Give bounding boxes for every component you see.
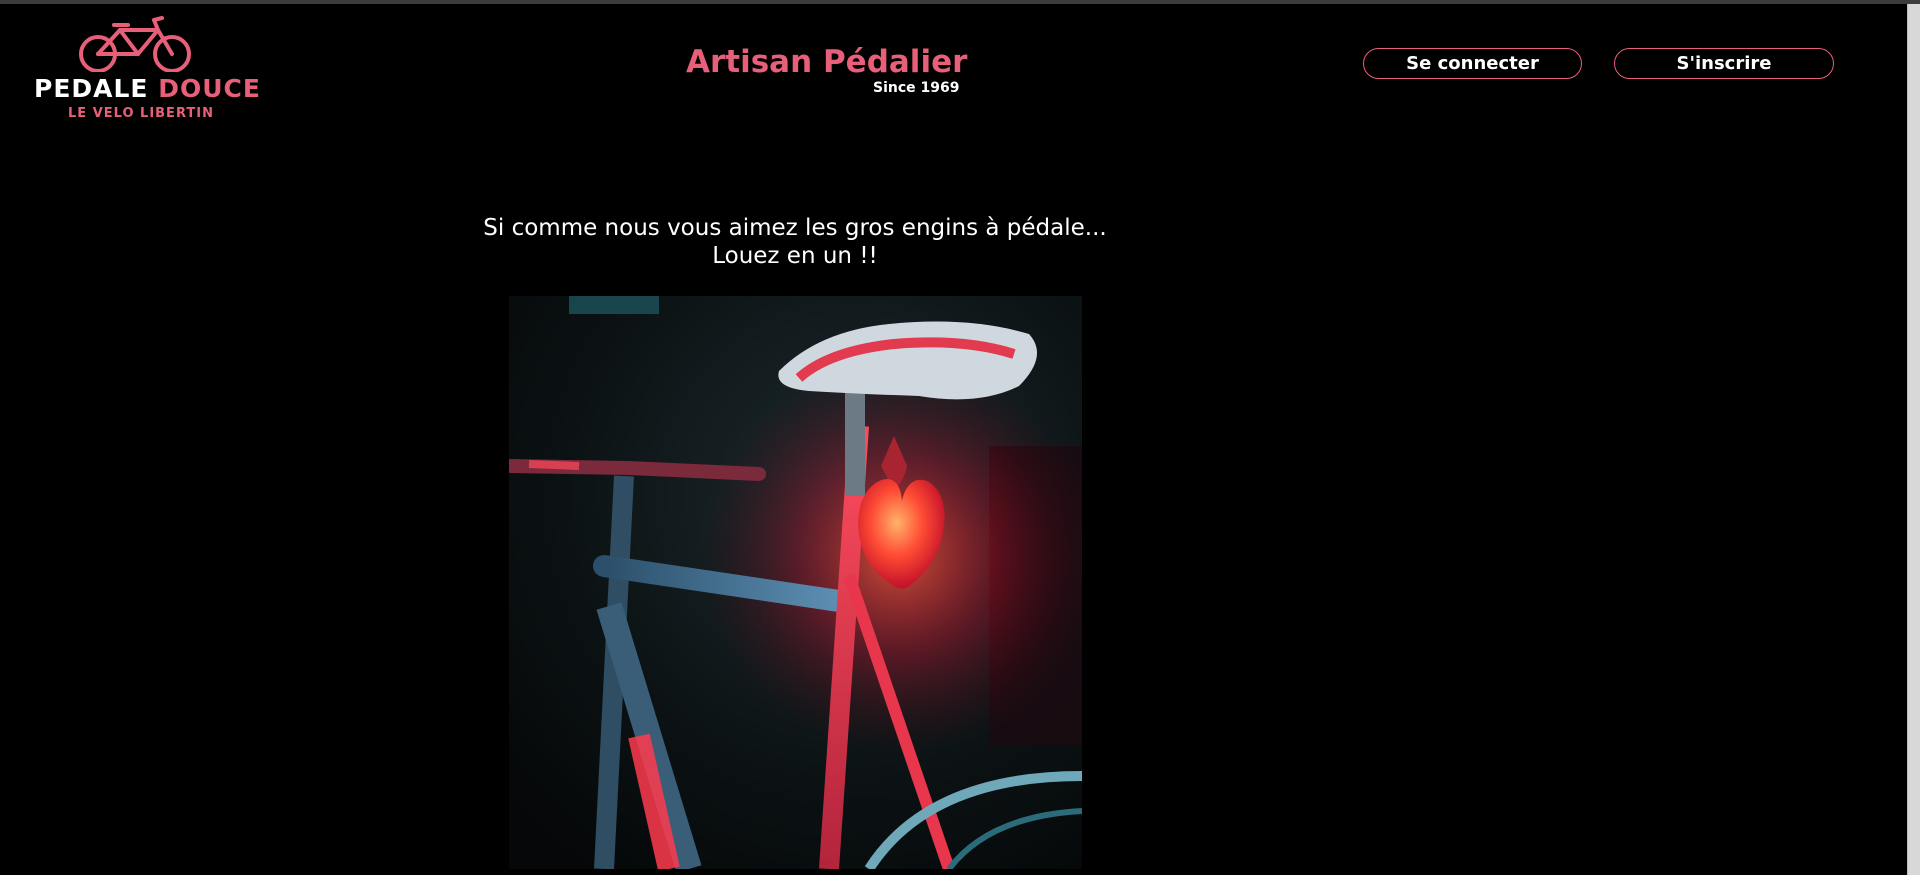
brand-word-2: DOUCE [158, 74, 261, 103]
intro-text: Si comme nous vous aimez les gros engins… [440, 214, 1150, 270]
intro-line-2: Louez en un !! [712, 243, 878, 269]
brand-tagline: LE VELO LIBERTIN [68, 106, 214, 121]
page: PEDALE DOUCE LE VELO LIBERTIN Artisan Pé… [0, 0, 1920, 875]
signup-button[interactable]: S'inscrire [1614, 48, 1834, 79]
window-top-border [0, 0, 1920, 4]
page-title: Artisan Pédalier [686, 44, 968, 80]
brand-name: PEDALE DOUCE [34, 74, 261, 103]
logo[interactable]: PEDALE DOUCE LE VELO LIBERTIN [30, 16, 260, 124]
intro-line-1: Si comme nous vous aimez les gros engins… [483, 215, 1107, 241]
login-button[interactable]: Se connecter [1363, 48, 1582, 79]
hero-image [509, 296, 1082, 869]
vertical-scrollbar[interactable] [1907, 4, 1920, 875]
bicycle-icon [79, 16, 191, 72]
page-subtitle: Since 1969 [873, 80, 960, 96]
brand-word-1: PEDALE [34, 74, 149, 103]
bicycle-with-red-light-photo [509, 296, 1082, 869]
